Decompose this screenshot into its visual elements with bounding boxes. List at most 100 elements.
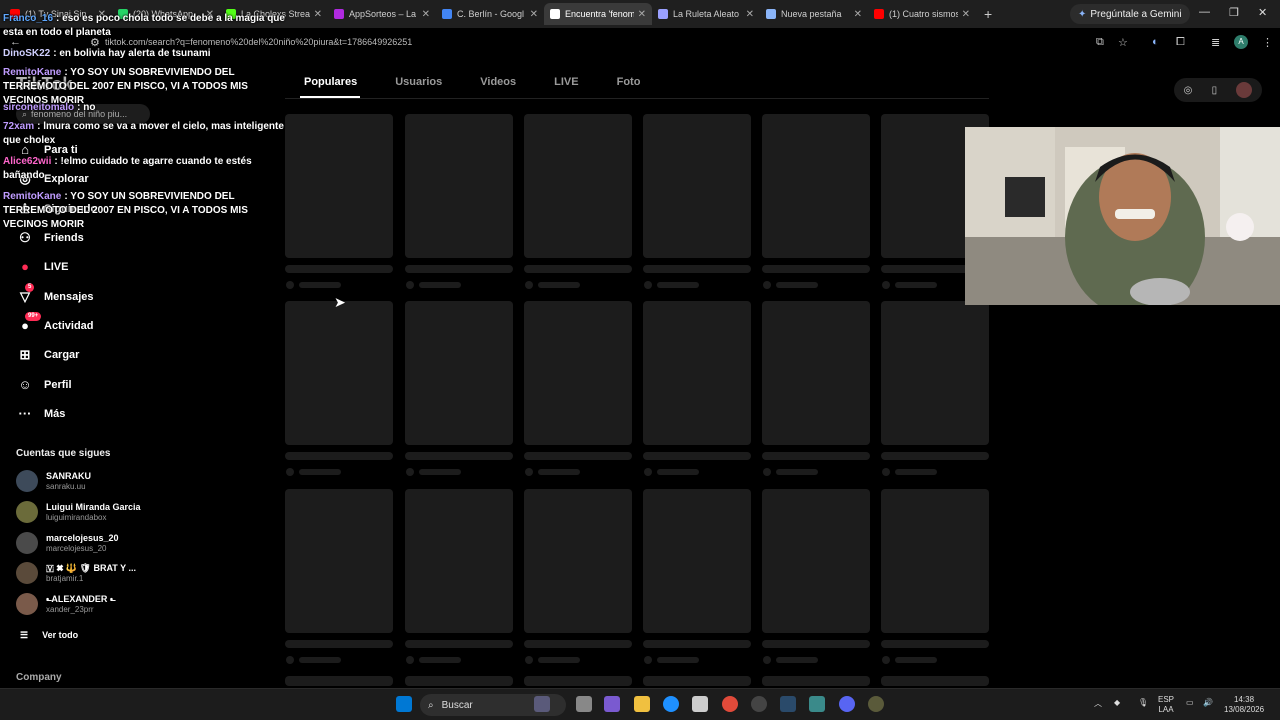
chat-username: Alice62wii <box>3 156 52 167</box>
caption-placeholder <box>524 640 632 648</box>
sidebar-item-actividad[interactable]: ● 99+ Actividad <box>16 312 94 333</box>
edge-icon[interactable] <box>663 696 679 712</box>
obs-icon[interactable] <box>751 696 767 712</box>
browser-tab[interactable]: AppSorteos – La ✕ <box>328 3 436 25</box>
new-tab-button[interactable]: + <box>984 6 992 22</box>
tray-chevron-icon[interactable]: ︿ <box>1094 699 1102 709</box>
sidebar-item-live[interactable]: ● LIVE <box>16 259 68 274</box>
file-explorer-icon[interactable] <box>634 696 650 712</box>
followed-account[interactable]: marcelojesus_20 marcelojesus_20 <box>16 532 119 554</box>
see-all-button[interactable]: ☰ Ver todo <box>20 630 78 641</box>
activity-icon: ● 99+ <box>16 312 42 333</box>
phone-icon[interactable]: ▯ <box>1212 85 1218 96</box>
tab-label: AppSorteos – La <box>349 9 417 19</box>
sidebar-item-perfil[interactable]: ☺ Perfil <box>16 377 71 392</box>
sidebar-item-friends[interactable]: ⚇ Friends <box>16 230 84 246</box>
tab-usuarios[interactable]: Usuarios <box>395 76 442 88</box>
media-controls-icon[interactable]: ≣ <box>1211 36 1220 49</box>
tab-close-icon[interactable]: ✕ <box>314 9 322 20</box>
bookmark-star-icon[interactable]: ☆ <box>1118 36 1128 49</box>
video-card-placeholder <box>285 489 393 633</box>
translate-icon[interactable]: ⧉ <box>1096 36 1104 49</box>
avatar-placeholder <box>406 281 414 289</box>
minimize-icon[interactable]: — <box>1199 6 1210 18</box>
sidebar-item-m-s[interactable]: ··· Más <box>16 406 66 421</box>
chrome-icon[interactable] <box>722 696 738 712</box>
company-link[interactable]: Company <box>16 672 62 683</box>
account-name: Luigui Miranda Garcia <box>46 502 141 512</box>
webcam-video <box>965 127 1280 305</box>
microphone-icon[interactable]: 🎙 <box>1138 698 1148 708</box>
sidebar-item-cargar[interactable]: ⊞ Cargar <box>16 347 80 363</box>
followed-account[interactable]: Luigui Miranda Garcia luiguimirandabox <box>16 501 141 523</box>
volume-icon[interactable]: 🔊 <box>1203 698 1213 708</box>
network-app-icon[interactable]: ◆ <box>1114 698 1120 708</box>
tab-close-icon[interactable]: ✕ <box>422 9 430 20</box>
widgets-icon[interactable] <box>604 696 620 712</box>
close-window-icon[interactable]: ✕ <box>1258 6 1267 19</box>
video-card-placeholder <box>881 301 989 445</box>
avatar-placeholder <box>525 656 533 664</box>
author-placeholder <box>299 282 341 288</box>
author-placeholder <box>419 469 461 475</box>
maximize-icon[interactable]: ❐ <box>1229 6 1239 19</box>
video-card-placeholder <box>285 676 393 686</box>
app-icon[interactable] <box>809 696 825 712</box>
network-icon[interactable]: ▭ <box>1186 698 1194 708</box>
chrome-profile-icon[interactable] <box>868 696 884 712</box>
browser-tab[interactable]: C. Berlín - Googl ✕ <box>436 3 544 25</box>
notification-badge: 5 <box>25 283 35 292</box>
tab-close-icon[interactable]: ✕ <box>962 9 970 20</box>
friends-icon: ⚇ <box>19 230 31 245</box>
upload-icon: ⊞ <box>19 347 31 362</box>
tab-live[interactable]: LIVE <box>554 76 578 88</box>
followed-account[interactable]: •̶ ALEXANDER •̶ xander_23prr <box>16 593 113 615</box>
task-view-icon[interactable] <box>576 696 592 712</box>
language-indicator[interactable]: ESP LAA <box>1158 695 1174 715</box>
windows-start-icon[interactable] <box>396 696 412 712</box>
browser-tab[interactable]: (1) Cuatro sismos ✕ <box>868 3 976 25</box>
video-card-placeholder <box>524 676 632 686</box>
chat-text: : no <box>77 102 96 113</box>
browser-tab[interactable]: Nueva pestaña ✕ <box>760 3 868 25</box>
compass-icon[interactable]: ◎ <box>1184 85 1193 96</box>
tab-close-icon[interactable]: ✕ <box>854 9 862 20</box>
tab-close-icon[interactable]: ✕ <box>638 9 646 20</box>
discord-icon[interactable] <box>839 696 855 712</box>
tab-populares[interactable]: Populares <box>304 76 357 88</box>
browser-tab[interactable]: La Ruleta Aleato ✕ <box>652 3 760 25</box>
author-placeholder <box>419 282 461 288</box>
chat-username: RemitoKane <box>3 67 62 78</box>
profile-icon: ☺ <box>18 377 32 392</box>
store-icon[interactable] <box>692 696 708 712</box>
author-placeholder <box>657 282 699 288</box>
browser-tab[interactable]: Encuentra 'fenom ✕ <box>544 3 652 25</box>
tab-label: La Ruleta Aleato <box>673 9 740 19</box>
tab-close-icon[interactable]: ✕ <box>746 9 754 20</box>
chat-username: Franco_16 <box>3 13 54 24</box>
tab-foto[interactable]: Foto <box>617 76 641 88</box>
clock[interactable]: 14:38 13/08/2026 <box>1224 695 1264 715</box>
avatar-placeholder <box>763 468 771 476</box>
extension-icon[interactable]: ◐ <box>1152 36 1159 48</box>
extensions-puzzle-icon[interactable]: ⧠ <box>1176 36 1185 49</box>
tab-favicon-icon <box>334 9 344 19</box>
author-placeholder <box>538 657 580 663</box>
followed-account[interactable]: SANRAKU sanraku.uu <box>16 470 91 492</box>
tab-label: Encuentra 'fenom <box>565 9 634 19</box>
avatar-placeholder <box>644 656 652 664</box>
tab-label: C. Berlín - Googl <box>457 9 525 19</box>
chat-username: RemitoKane <box>3 191 62 202</box>
video-card-placeholder <box>524 114 632 258</box>
chrome-menu-icon[interactable]: ⋮ <box>1262 36 1273 49</box>
followed-account[interactable]: 🇻 ✖ 🔱 🛡 BRAT Y ... bratjamir.1 <box>16 562 136 584</box>
gemini-button[interactable]: ✦ Pregúntale a Gemini <box>1070 4 1190 24</box>
more-icon: ··· <box>18 406 32 421</box>
chat-message: 72xam: lmura como se va a mover el cielo… <box>3 120 295 148</box>
tab-videos[interactable]: Videos <box>480 76 516 88</box>
tab-close-icon[interactable]: ✕ <box>530 9 538 20</box>
profile-avatar[interactable]: A <box>1234 35 1248 49</box>
sidebar-item-mensajes[interactable]: ▽ 5 Mensajes <box>16 283 94 305</box>
steam-icon[interactable] <box>780 696 796 712</box>
user-avatar[interactable] <box>1236 82 1253 98</box>
